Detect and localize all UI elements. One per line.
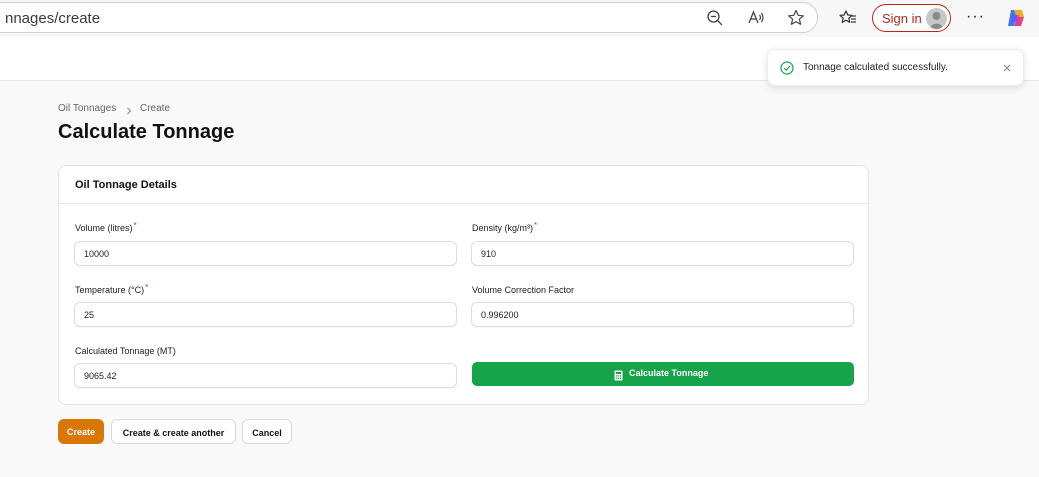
temperature-label: Temperature (°C)* [75, 283, 149, 295]
vcf-value: 0.996200 [481, 310, 519, 320]
sign-in-label: Sign in [882, 11, 922, 26]
required-marker: * [534, 221, 538, 230]
create-another-label: Create & create another [122, 428, 225, 438]
address-bar-url[interactable]: nnages/create [5, 10, 100, 27]
volume-input[interactable]: 10000 [74, 241, 457, 266]
close-icon[interactable] [1002, 60, 1012, 72]
tonnage-label: Calculated Tonnage (MT) [75, 346, 176, 356]
volume-label: Volume (litres)* [75, 221, 137, 233]
calculator-icon [614, 368, 623, 381]
density-input[interactable]: 910 [471, 241, 854, 266]
tonnage-input[interactable]: 9065.42 [74, 363, 457, 388]
density-value: 910 [481, 249, 497, 259]
cancel-button[interactable]: Cancel [242, 419, 292, 444]
create-button[interactable]: Create [58, 419, 104, 444]
cancel-button-label: Cancel [252, 428, 282, 438]
sign-in-button[interactable]: Sign in [872, 4, 951, 32]
section-title: Oil Tonnage Details [75, 179, 177, 191]
profile-avatar-icon [926, 8, 947, 29]
create-button-label: Create [66, 427, 95, 437]
toast-message: Tonnage calculated successfully. [803, 62, 948, 73]
temperature-value: 25 [84, 310, 95, 320]
page-title: Calculate Tonnage [58, 121, 235, 143]
copilot-icon[interactable] [1005, 7, 1027, 29]
oil-tonnage-details-card: Oil Tonnage Details Volume (litres)* 100… [58, 165, 869, 405]
more-options-icon[interactable]: ··· [966, 8, 985, 26]
required-marker: * [133, 221, 137, 230]
calculate-tonnage-label: Calculate Tonnage [629, 368, 709, 378]
vcf-input[interactable]: 0.996200 [471, 302, 854, 327]
volume-value: 10000 [84, 249, 110, 259]
create-another-button[interactable]: Create & create another [111, 419, 236, 444]
breadcrumb-current: Create [140, 103, 171, 114]
browser-toolbar: nnages/create Sign in ··· [0, 0, 1039, 37]
vcf-label: Volume Correction Factor [472, 285, 575, 295]
chevron-right-icon [124, 103, 134, 115]
temperature-input[interactable]: 25 [74, 302, 457, 327]
breadcrumb-oil-tonnages[interactable]: Oil Tonnages [58, 103, 116, 114]
favorite-star-icon[interactable] [786, 8, 806, 28]
check-circle-icon [780, 61, 794, 75]
calculate-tonnage-button[interactable]: Calculate Tonnage [472, 362, 854, 386]
favorites-icon[interactable] [838, 8, 858, 28]
density-label: Density (kg/m³)* [472, 221, 538, 233]
required-marker: * [145, 283, 149, 292]
tonnage-value: 9065.42 [84, 371, 117, 381]
card-header: Oil Tonnage Details [59, 166, 868, 204]
address-bar[interactable]: nnages/create [0, 2, 818, 33]
zoom-out-icon[interactable] [705, 8, 725, 28]
success-toast: Tonnage calculated successfully. [767, 49, 1024, 86]
read-aloud-icon[interactable] [746, 8, 766, 28]
